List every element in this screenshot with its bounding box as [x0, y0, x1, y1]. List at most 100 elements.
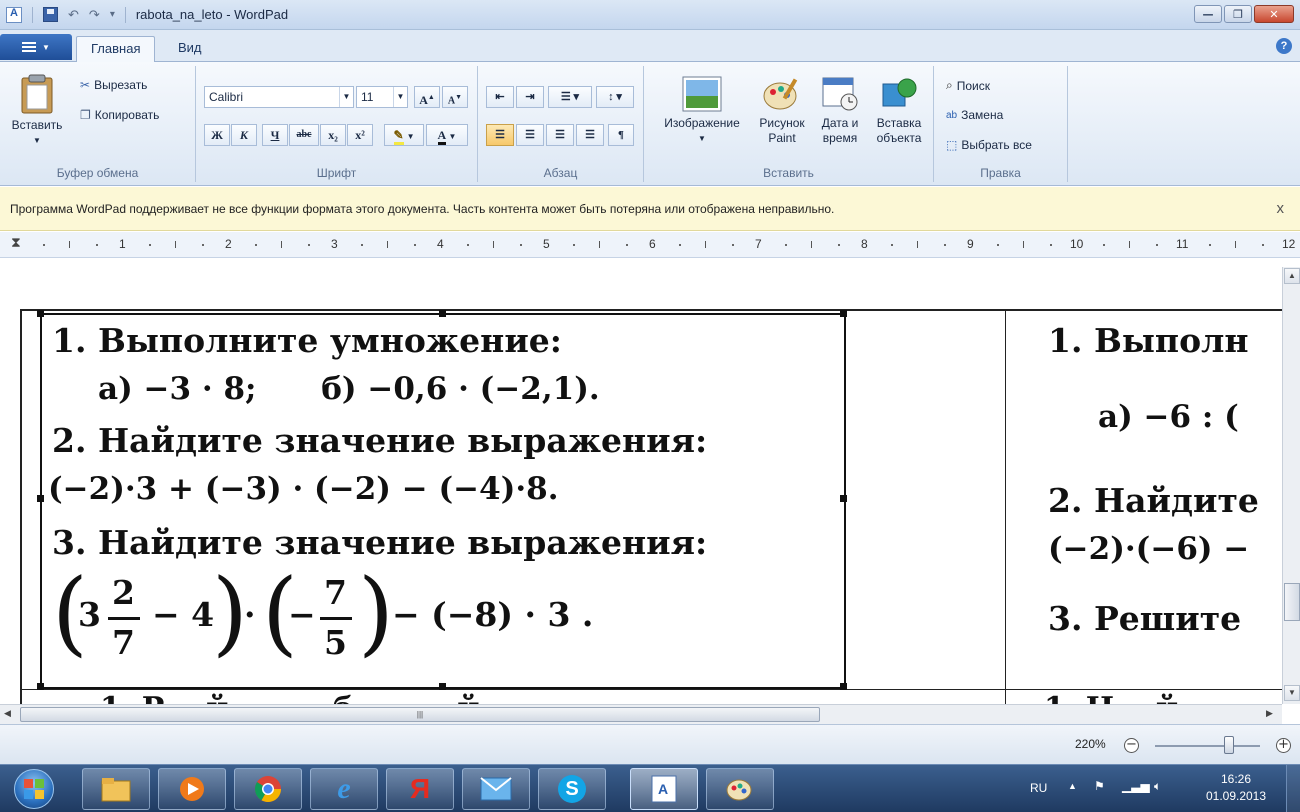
- zoom-out-icon[interactable]: −: [1124, 738, 1139, 753]
- highlight-color-button[interactable]: ✎ ▼: [384, 124, 424, 146]
- scrollbar-thumb[interactable]: |||: [20, 707, 820, 722]
- scroll-left-icon[interactable]: ◀: [4, 708, 11, 719]
- line-spacing-button[interactable]: ↕ ▾: [596, 86, 634, 108]
- ruler[interactable]: ⧗ 1 2 3 4 5 6 7 8 9 10 11 12: [0, 232, 1300, 258]
- close-button[interactable]: ✕: [1254, 5, 1294, 23]
- insert-object-button[interactable]: Вставка объекта: [868, 76, 930, 146]
- find-button[interactable]: ⌕ Поиск: [946, 78, 990, 93]
- save-icon[interactable]: [43, 7, 58, 22]
- decrease-indent-button[interactable]: ⇤: [486, 86, 514, 108]
- zoom-slider-thumb[interactable]: [1223, 736, 1234, 754]
- resize-handle[interactable]: [840, 310, 847, 317]
- window-controls: — ❐ ✕: [1194, 5, 1294, 23]
- action-center-flag-icon[interactable]: ⚑: [1094, 779, 1105, 793]
- taskbar-internet-explorer[interactable]: e: [310, 768, 378, 810]
- language-indicator[interactable]: RU: [1030, 781, 1047, 795]
- minimize-button[interactable]: —: [1194, 5, 1222, 23]
- taskbar-explorer[interactable]: [82, 768, 150, 810]
- resize-handle[interactable]: [840, 683, 847, 690]
- paragraph-settings-button[interactable]: ¶: [608, 124, 634, 146]
- show-hidden-icons-icon[interactable]: ▲: [1068, 781, 1077, 791]
- tab-home[interactable]: Главная: [76, 36, 156, 63]
- resize-handle[interactable]: [37, 683, 44, 690]
- media-player-icon: [180, 777, 204, 801]
- right-task2-body: (−2)·(−6) −: [1048, 531, 1250, 567]
- justify-button[interactable]: ☰: [576, 124, 604, 146]
- resize-handle[interactable]: [840, 495, 847, 502]
- replace-button[interactable]: ab Замена: [946, 108, 1003, 122]
- scrollbar-thumb[interactable]: [1284, 583, 1300, 621]
- shrink-font-button[interactable]: A▼: [442, 86, 468, 108]
- chevron-down-icon[interactable]: ▼: [339, 87, 353, 107]
- font-size-select[interactable]: 11 ▼: [356, 86, 408, 108]
- show-desktop-button[interactable]: [1286, 765, 1300, 812]
- resize-handle[interactable]: [37, 495, 44, 502]
- insert-picture-button[interactable]: Изображение ▼: [652, 76, 752, 146]
- superscript-button[interactable]: x²: [347, 124, 373, 146]
- replace-label: Замена: [961, 108, 1004, 122]
- chevron-down-icon[interactable]: ▼: [393, 87, 407, 107]
- volume-icon[interactable]: 🔈︎: [1154, 779, 1161, 794]
- redo-icon[interactable]: ↷: [89, 7, 100, 23]
- text-color-button[interactable]: A ▼: [426, 124, 468, 146]
- ruler-dot: [625, 244, 628, 246]
- underline-button[interactable]: Ч: [262, 124, 288, 146]
- taskbar-mail[interactable]: [462, 768, 530, 810]
- taskbar-paint[interactable]: [706, 768, 774, 810]
- font-family-select[interactable]: Calibri ▼: [204, 86, 354, 108]
- align-center-button[interactable]: ☰: [516, 124, 544, 146]
- zoom-in-icon[interactable]: +: [1276, 738, 1291, 753]
- taskbar-yandex[interactable]: Я: [386, 768, 454, 810]
- undo-icon[interactable]: ↶: [68, 7, 79, 23]
- grow-font-button[interactable]: A▲: [414, 86, 440, 108]
- scroll-up-icon[interactable]: ▲: [1284, 268, 1300, 284]
- start-button[interactable]: [2, 766, 66, 812]
- taskbar-wordpad[interactable]: A: [630, 768, 698, 810]
- separator: [32, 6, 33, 23]
- list-button[interactable]: ☰ ▾: [548, 86, 592, 108]
- taskbar-chrome[interactable]: [234, 768, 302, 810]
- wordpad-app-icon[interactable]: [6, 6, 22, 23]
- text-color-icon: A: [437, 128, 446, 145]
- resize-handle[interactable]: [439, 310, 446, 317]
- indent-marker-icon[interactable]: ⧗: [11, 234, 21, 251]
- clipboard-group-label: Буфер обмена: [56, 166, 139, 180]
- horizontal-scrollbar[interactable]: ◀ ||| ▶: [0, 704, 1282, 724]
- vertical-scrollbar[interactable]: ▲ ▼: [1282, 267, 1300, 704]
- paste-button[interactable]: Вставить ▼: [6, 74, 68, 148]
- customize-toolbar-icon[interactable]: ▾: [110, 9, 115, 20]
- cut-button[interactable]: ✂ Вырезать: [80, 78, 147, 92]
- zoom-slider-track[interactable]: [1155, 745, 1260, 747]
- strikethrough-button[interactable]: abc: [289, 124, 319, 146]
- fraction2-sign: −: [288, 595, 316, 634]
- maximize-button[interactable]: ❐: [1224, 5, 1252, 23]
- ruler-tick: [175, 241, 176, 248]
- ruler-tick: [1235, 241, 1236, 248]
- align-right-button[interactable]: ☰: [546, 124, 574, 146]
- increase-indent-button[interactable]: ⇥: [516, 86, 544, 108]
- date-time-button[interactable]: Дата и время: [812, 76, 868, 146]
- taskbar-media-player[interactable]: [158, 768, 226, 810]
- paint-drawing-button[interactable]: Рисунок Paint: [754, 76, 810, 146]
- help-icon[interactable]: ?: [1276, 38, 1292, 54]
- document-area[interactable]: 1. Выполните умножение: а) −3 · 8; б) −0…: [0, 259, 1282, 704]
- bold-button[interactable]: Ж: [204, 124, 230, 146]
- italic-button[interactable]: К: [231, 124, 257, 146]
- wordpad-icon: A: [651, 775, 677, 803]
- copy-button[interactable]: ❐ Копировать: [80, 108, 159, 122]
- select-all-button[interactable]: ⬚ Выбрать все: [946, 138, 1032, 152]
- resize-handle[interactable]: [439, 683, 446, 690]
- file-menu-button[interactable]: ▼: [0, 34, 72, 60]
- resize-handle[interactable]: [37, 310, 44, 317]
- close-icon[interactable]: x: [1277, 187, 1285, 231]
- system-clock[interactable]: 16:26 01.09.2013: [1196, 771, 1276, 805]
- right-paren: ): [212, 559, 248, 666]
- tab-view[interactable]: Вид: [164, 36, 216, 62]
- subscript-button[interactable]: x₂: [320, 124, 346, 146]
- network-signal-icon[interactable]: ▁▃▅: [1122, 779, 1150, 793]
- scroll-down-icon[interactable]: ▼: [1284, 685, 1300, 701]
- taskbar-skype[interactable]: S: [538, 768, 606, 810]
- align-left-button[interactable]: ☰: [486, 124, 514, 146]
- scroll-right-icon[interactable]: ▶: [1266, 708, 1273, 719]
- ruler-number: 9: [967, 237, 974, 251]
